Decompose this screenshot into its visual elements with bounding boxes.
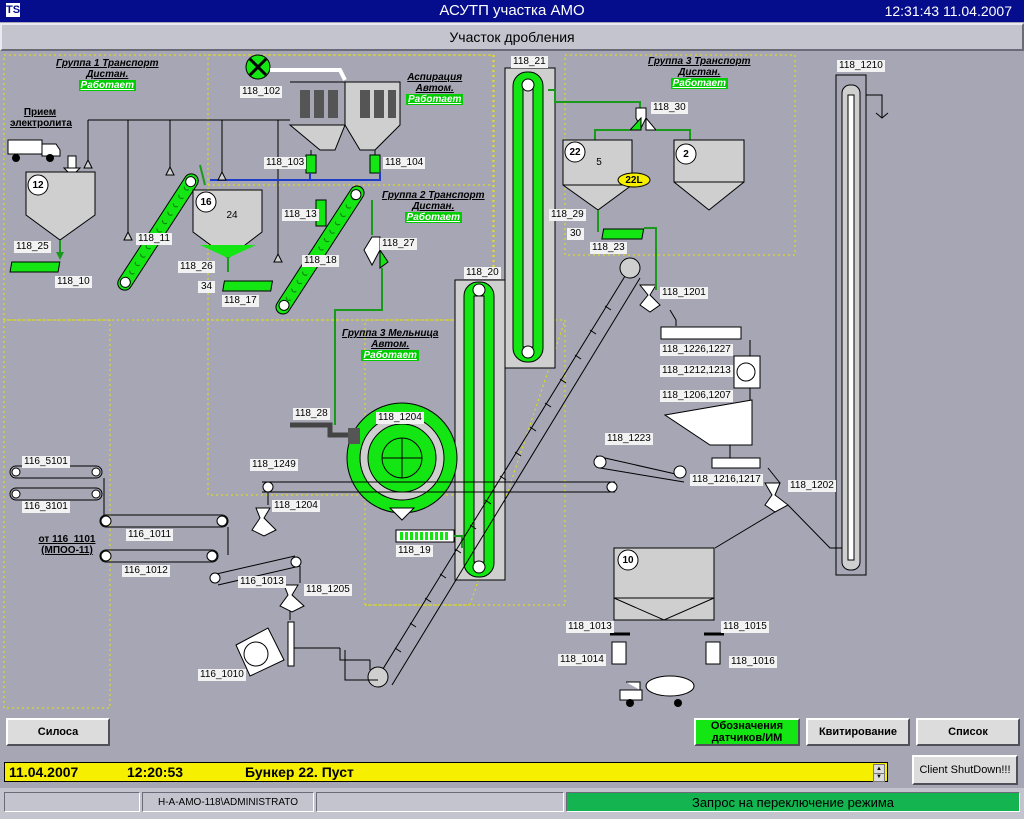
tag-118-18[interactable]: 118_18 [302,255,339,267]
group2-transport-status[interactable]: Группа 2 Транспорт Дистан. Работает [382,190,485,223]
group1-state: Работает [78,80,136,91]
bunker-10-number[interactable]: 10 [621,555,635,566]
window-title: АСУТП участка АМО [439,2,585,19]
tag-118-26[interactable]: 118_26 [178,261,215,273]
tag-118-1206-1207[interactable]: 118_1206,1207 [660,390,733,402]
tag-118-1201[interactable]: 118_1201 [660,287,708,299]
alarm-message-bar[interactable]: 11.04.2007 12:20:53 Бункер 22. Пуст ▲ ▼ [4,762,888,782]
tag-116-1011[interactable]: 116_1011 [126,529,174,541]
tag-118-28[interactable]: 118_28 [293,408,330,420]
group2-state: Работает [404,212,462,223]
bunker-12-number[interactable]: 12 [31,180,45,191]
mode-switch-request: Запрос на переключение режима [566,792,1020,812]
page-title: Участок дробления [0,23,1024,51]
alarm-text: Бункер 22. Пуст [245,764,354,780]
value-34: 34 [198,281,216,293]
group1-transport-status[interactable]: Группа 1 Транспорт Дистан. Работает [56,58,159,91]
tag-118-104[interactable]: 118_104 [383,157,426,169]
bunker-22-level-badge[interactable]: 22L [624,175,644,186]
sensor-designations-button[interactable]: Обозначения датчиков/ИМ [694,718,800,746]
tag-118-1216-1217[interactable]: 118_1216,1217 [690,474,763,486]
aspiration-state: Работает [406,94,464,105]
receive-electrolyte-label: Прием электролита [10,107,72,129]
tag-118-21[interactable]: 118_21 [511,56,548,68]
tag-118-29[interactable]: 118_29 [549,209,586,221]
tag-118-1204-mill[interactable]: 118_1204 [376,412,424,424]
tag-118-23[interactable]: 118_23 [590,242,627,254]
tag-118-25[interactable]: 118_25 [14,241,51,253]
source-feed-label: от 116_1101 (МПОО-11) [38,534,96,556]
truck-icon [7,139,61,162]
tag-118-1223[interactable]: 118_1223 [605,433,653,445]
group3-transport-state: Работает [670,78,728,89]
tag-116-1012[interactable]: 116_1012 [122,565,170,577]
tag-118-103[interactable]: 118_103 [264,157,307,169]
title-bar: TS АСУТП участка АМО 12:31:43 11.04.2007 [0,0,1024,22]
aspiration-status[interactable]: Аспирация Автом. Работает [406,72,464,105]
tag-116-5101[interactable]: 116_5101 [22,456,70,468]
tag-118-1212-1213[interactable]: 118_1212,1213 [660,365,733,377]
bunker-16-number[interactable]: 16 [199,197,213,208]
tag-118-30[interactable]: 118_30 [651,102,688,114]
alarm-time: 12:20:53 [127,764,184,780]
tag-116-1010[interactable]: 116_1010 [198,669,246,681]
tag-118-13[interactable]: 118_13 [282,209,319,221]
tag-118-1015[interactable]: 118_1015 [721,621,769,633]
clock: 12:31:43 11.04.2007 [884,3,1012,19]
tag-118-17[interactable]: 118_17 [222,295,259,307]
tag-118-1014[interactable]: 118_1014 [558,654,606,666]
tag-118-10[interactable]: 118_10 [55,276,92,288]
bunker-22-number[interactable]: 22 [568,147,582,158]
client-shutdown-button[interactable]: Client ShutDown!!! [912,755,1018,785]
tag-118-1016[interactable]: 118_1016 [729,656,777,668]
tag-118-1204-feeder[interactable]: 118_1204 [272,500,320,512]
bunker-16-value: 24 [226,210,238,221]
tag-118-20[interactable]: 118_20 [464,267,501,279]
acknowledge-button[interactable]: Квитирование [806,718,910,746]
elevator-118-21 [504,67,556,369]
list-button[interactable]: Список [916,718,1020,746]
footer-bar: H-A-AMO-118\ADMINISTRATO Запрос на перек… [0,788,1024,819]
tag-118-1210[interactable]: 118_1210 [837,60,885,72]
group3-mill-status[interactable]: Группа 3 Мельница Автом. Работает [342,328,438,361]
group3-transport-status[interactable]: Группа 3 Транспорт Дистан. Работает [648,56,751,89]
tag-116-1013[interactable]: 116_1013 [238,576,286,588]
bunker-2-number[interactable]: 2 [679,149,693,160]
tag-118-1202[interactable]: 118_1202 [788,480,836,492]
tag-118-1249[interactable]: 118_1249 [250,459,298,471]
footer-user: H-A-AMO-118\ADMINISTRATO [142,792,314,812]
tag-116-3101[interactable]: 116_3101 [22,501,70,513]
footer-empty-cell [4,792,140,812]
tag-118-27[interactable]: 118_27 [380,238,417,250]
group3-mill-state: Работает [361,350,419,361]
bunker-22-value: 5 [596,157,602,168]
silos-button[interactable]: Силоса [6,718,110,746]
tag-118-11[interactable]: 118_11 [136,233,172,245]
crusher-116-1010 [235,621,295,677]
value-30: 30 [567,228,585,240]
tag-118-1013[interactable]: 118_1013 [566,621,614,633]
tanker-truck-icon [619,675,695,707]
alarm-date: 11.04.2007 [9,764,79,780]
footer-spacer-cell [316,792,564,812]
process-mimic-diagram [3,54,889,709]
tag-118-19[interactable]: 118_19 [396,545,433,557]
tag-118-1226-1227[interactable]: 118_1226,1227 [660,344,733,356]
tag-118-1205[interactable]: 118_1205 [304,584,352,596]
tag-118-102[interactable]: 118_102 [240,86,283,98]
alarm-scroll-down-icon[interactable]: ▼ [873,773,885,782]
